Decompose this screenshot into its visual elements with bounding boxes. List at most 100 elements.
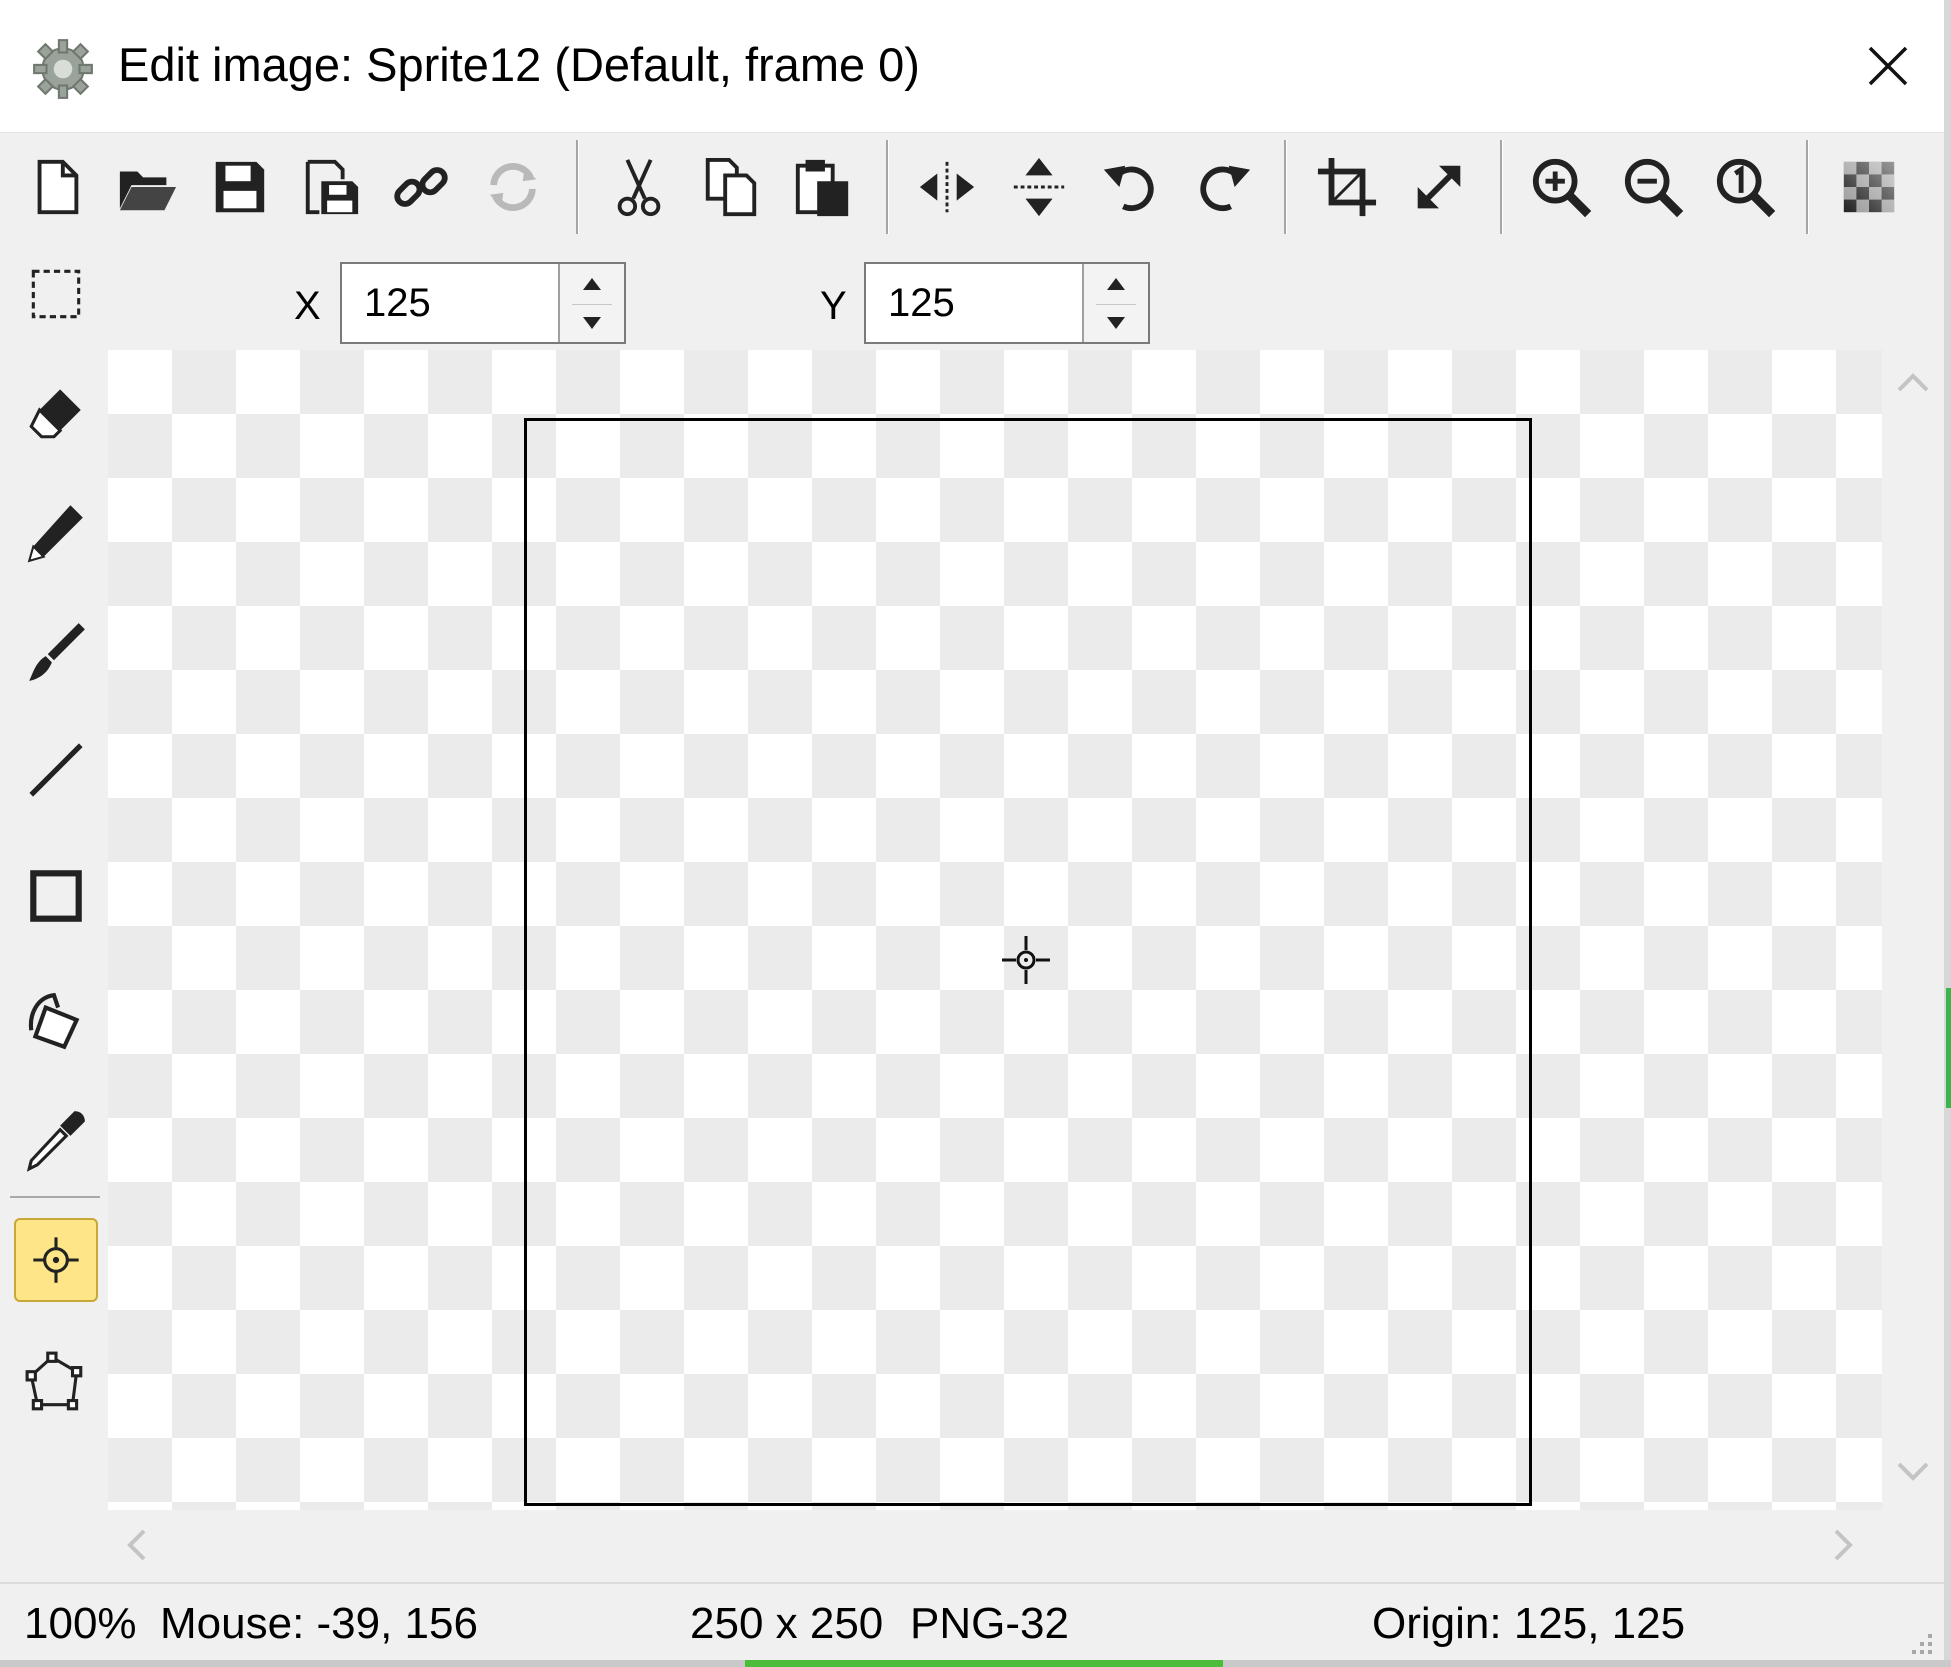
origin-y-label: Y: [820, 284, 847, 328]
spin-down-button[interactable]: [572, 304, 612, 341]
origin-marker-icon[interactable]: [998, 932, 1054, 988]
origin-x-value[interactable]: 125: [364, 278, 431, 328]
eraser-icon: [29, 389, 81, 439]
toolbar-separator: [886, 140, 889, 234]
paste-button[interactable]: [786, 150, 860, 224]
open-button[interactable]: [110, 150, 184, 224]
spin-up-button[interactable]: [1096, 266, 1136, 302]
copy-icon: [705, 157, 757, 217]
select-tool[interactable]: [14, 252, 98, 336]
line-tool[interactable]: [14, 728, 98, 812]
arrow-up-icon: [1107, 278, 1125, 290]
scroll-right-icon[interactable]: [1832, 1528, 1856, 1562]
new-icon: [37, 159, 79, 215]
arrow-down-icon: [583, 317, 601, 329]
checkerboard-button[interactable]: [1832, 150, 1906, 224]
spin-up-button[interactable]: [572, 266, 612, 302]
flip-horizontal-button[interactable]: [910, 150, 984, 224]
zoom-in-button[interactable]: [1524, 150, 1598, 224]
toolbar-separator: [1500, 140, 1503, 234]
rotate-right-icon: [1200, 165, 1251, 212]
vertical-scrollbar[interactable]: [1884, 350, 1944, 1510]
zoom-in-icon: [1532, 158, 1592, 218]
rotate-left-button[interactable]: [1094, 150, 1168, 224]
zoom-reset-button[interactable]: [1708, 150, 1782, 224]
link-icon: [394, 167, 448, 207]
rectangle-tool[interactable]: [14, 854, 98, 938]
checkerboard-icon: [1843, 161, 1895, 213]
zoom-out-button[interactable]: [1616, 150, 1690, 224]
save-icon: [215, 161, 265, 213]
crosshair-icon: [33, 1237, 79, 1283]
toolbar-separator: [1284, 140, 1287, 234]
rectangle-icon: [30, 870, 82, 922]
flip-vertical-icon: [1013, 157, 1065, 217]
brush-tool[interactable]: [14, 610, 98, 694]
paint-bucket-icon: [28, 992, 80, 1050]
polygon-icon: [25, 1351, 83, 1411]
origin-tool[interactable]: [14, 1218, 98, 1302]
link-button[interactable]: [384, 150, 458, 224]
scroll-up-icon[interactable]: [1896, 370, 1930, 394]
new-button[interactable]: [20, 150, 94, 224]
eraser-tool[interactable]: [14, 370, 98, 454]
flip-vertical-button[interactable]: [1002, 150, 1076, 224]
origin-y-value[interactable]: 125: [888, 278, 955, 328]
crop-icon: [1317, 157, 1377, 217]
scroll-down-icon[interactable]: [1896, 1460, 1930, 1484]
arrow-down-icon: [1107, 317, 1125, 329]
spin-down-button[interactable]: [1096, 304, 1136, 341]
origin-x-field[interactable]: 125: [340, 262, 626, 344]
crop-button[interactable]: [1310, 150, 1384, 224]
zoom-level: 100%: [24, 1599, 137, 1648]
close-icon: [1868, 46, 1908, 86]
reload-button[interactable]: [476, 150, 550, 224]
resize-grip-icon[interactable]: [1904, 1626, 1934, 1656]
origin-y-spinner[interactable]: [1082, 264, 1148, 342]
fill-tool[interactable]: [14, 980, 98, 1064]
flip-horizontal-icon: [919, 161, 975, 213]
zoom-reset-icon: [1716, 158, 1776, 218]
cut-button[interactable]: [602, 150, 676, 224]
horizontal-scrollbar[interactable]: [108, 1510, 1882, 1578]
toolbar-separator: [1806, 140, 1809, 234]
rotate-left-icon: [1103, 165, 1154, 212]
origin-x-label: X: [294, 284, 321, 328]
copy-button[interactable]: [694, 150, 768, 224]
image-format: PNG-32: [910, 1599, 1069, 1648]
color-picker-tool[interactable]: [14, 1098, 98, 1182]
save-as-icon: [305, 159, 359, 215]
toolbar-separator: [576, 140, 579, 234]
brush-icon: [29, 623, 85, 681]
selection-icon: [31, 269, 81, 319]
background-window-edge: [1944, 0, 1951, 1667]
window-title: Edit image: Sprite12 (Default, frame 0): [118, 38, 920, 91]
resize-icon: [1417, 165, 1461, 209]
tool-separator: [10, 1196, 100, 1198]
gear-icon: [33, 39, 93, 99]
scroll-left-icon[interactable]: [124, 1528, 148, 1562]
line-icon: [29, 743, 83, 797]
eyedropper-icon: [26, 1111, 85, 1172]
background-window-edge: [0, 1660, 1951, 1667]
arrow-up-icon: [583, 278, 601, 290]
pencil-tool[interactable]: [14, 490, 98, 574]
zoom-out-icon: [1624, 158, 1684, 218]
origin-y-field[interactable]: 125: [864, 262, 1150, 344]
save-as-button[interactable]: [294, 150, 368, 224]
origin-x-spinner[interactable]: [558, 264, 624, 342]
reload-icon: [489, 163, 537, 211]
image-size: 250 x 250: [690, 1599, 884, 1648]
pencil-icon: [27, 505, 83, 563]
cut-icon: [617, 159, 661, 217]
close-button[interactable]: [1850, 28, 1926, 104]
mouse-position: Mouse: -39, 156: [160, 1599, 478, 1648]
rotate-right-button[interactable]: [1186, 150, 1260, 224]
resize-button[interactable]: [1402, 150, 1476, 224]
polygon-tool[interactable]: [14, 1340, 98, 1424]
open-icon: [119, 171, 177, 211]
origin-status: Origin: 125, 125: [1372, 1599, 1686, 1648]
title-bar: Edit image: Sprite12 (Default, frame 0): [0, 0, 1944, 132]
image-editor-window: Edit image: Sprite12 (Default, frame 0): [0, 0, 1951, 1667]
save-button[interactable]: [202, 150, 276, 224]
